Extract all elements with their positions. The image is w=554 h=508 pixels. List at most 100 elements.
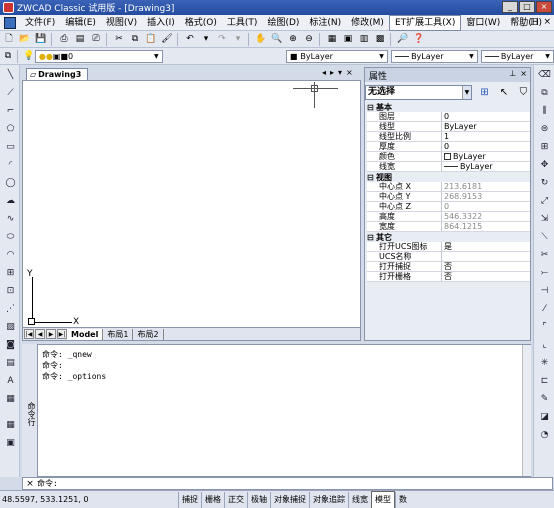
edit-icon[interactable]: ✎	[538, 393, 551, 405]
print-preview-icon[interactable]: ▤	[73, 33, 87, 46]
property-value[interactable]: 1	[442, 132, 530, 142]
menu-item[interactable]: 绘图(D)	[262, 16, 304, 30]
menu-item[interactable]: 窗口(W)	[461, 16, 505, 30]
doc-close-button[interactable]: ×	[543, 17, 551, 27]
close-button[interactable]: ×	[536, 1, 552, 13]
status-toggle-button[interactable]: 捕捉	[178, 491, 201, 508]
offset-icon[interactable]: ⊜	[538, 123, 551, 135]
property-value[interactable]: ByLayer	[442, 122, 530, 132]
property-row[interactable]: 打开捕捉否	[367, 262, 530, 272]
layout-tab[interactable]: 布局2	[133, 328, 164, 340]
status-toggle-button[interactable]: 栅格	[201, 491, 224, 508]
make-block-icon[interactable]: ⊡	[4, 285, 17, 297]
break-icon[interactable]: ⊣	[538, 285, 551, 297]
copy-icon[interactable]: ⧉	[128, 33, 142, 46]
maximize-button[interactable]: □	[519, 1, 535, 13]
layer-tools-icon[interactable]: ◪	[538, 411, 551, 423]
drawing-canvas[interactable]: Y X	[22, 80, 361, 328]
mtext-icon[interactable]: A	[4, 375, 17, 387]
tool-palette-icon[interactable]: ▥	[357, 33, 371, 46]
menu-item[interactable]: 格式(O)	[180, 16, 222, 30]
undo-dropdown-icon[interactable]: ▾	[199, 33, 213, 46]
document-icon[interactable]	[4, 16, 16, 29]
menu-item[interactable]: 标注(N)	[304, 16, 346, 30]
chevron-down-icon[interactable]: ▼	[543, 52, 552, 61]
match-icon[interactable]: ◔	[538, 429, 551, 441]
property-value[interactable]: ByLayer	[442, 152, 530, 162]
design-center-icon[interactable]: ▣	[341, 33, 355, 46]
publish-icon[interactable]: ⎚	[89, 33, 103, 46]
command-input-row[interactable]: × 命令:	[22, 477, 553, 490]
menu-item[interactable]: 工具(T)	[222, 16, 263, 30]
last-tab-button[interactable]: ▶|	[57, 329, 67, 339]
erase-icon[interactable]: ⌫	[538, 69, 551, 81]
property-row[interactable]: 颜色 ByLayer	[367, 152, 530, 162]
cut-icon[interactable]: ✂	[112, 33, 126, 46]
property-value[interactable]: 否	[442, 272, 530, 282]
chevron-down-icon[interactable]: ▾	[338, 68, 342, 77]
doc-restore-button[interactable]: □	[530, 17, 539, 27]
new-file-icon[interactable]: 🗋	[2, 33, 16, 46]
chevron-down-icon[interactable]: ▼	[377, 52, 386, 61]
print-icon[interactable]: ⎙	[57, 33, 71, 46]
document-tab[interactable]: ▱ Drawing3	[26, 68, 88, 80]
help-icon[interactable]: ❓	[412, 33, 426, 46]
rotate-icon[interactable]: ↻	[538, 177, 551, 189]
property-value[interactable]: 0	[442, 142, 530, 152]
selection-select[interactable]: 无选择 ▼	[365, 84, 472, 100]
pin-icon[interactable]: ⊥	[509, 69, 516, 78]
close-icon[interactable]: ×	[23, 479, 37, 489]
chevron-down-icon[interactable]: ▼	[461, 85, 471, 99]
prev-tab-button[interactable]: ◀	[35, 329, 45, 339]
chevron-down-icon[interactable]: ▼	[467, 52, 476, 61]
status-toggle-button[interactable]: 对象追踪	[309, 491, 348, 508]
array-icon[interactable]: ⊞	[538, 141, 551, 153]
insert-block-icon[interactable]: ⊞	[4, 267, 17, 279]
grid-icon[interactable]: ▦	[4, 419, 17, 431]
redo-icon[interactable]: ↷	[215, 33, 229, 46]
fillet-icon[interactable]: ⌞	[538, 339, 551, 351]
property-row[interactable]: 打开UCS图标是	[367, 242, 530, 252]
trim-icon[interactable]: ✂	[538, 249, 551, 261]
close-icon[interactable]: ×	[520, 69, 527, 78]
scale-icon[interactable]: ⤢	[538, 195, 551, 207]
zoom-window-icon[interactable]: ⊕	[286, 33, 300, 46]
property-row[interactable]: 厚度 0	[367, 142, 530, 152]
match-properties-icon[interactable]: 🖌	[160, 33, 174, 46]
property-value[interactable]: 0	[442, 202, 530, 212]
circle-icon[interactable]: ◯	[4, 177, 17, 189]
color-combo[interactable]: ■ ByLayer ▼	[285, 49, 389, 63]
property-value[interactable]: 是	[442, 242, 530, 252]
copy-object-icon[interactable]: ⧉	[538, 87, 551, 99]
next-tab-button[interactable]: ▶	[46, 329, 56, 339]
line-icon[interactable]: ╲	[4, 69, 17, 81]
zoom-previous-icon[interactable]: ⊖	[302, 33, 316, 46]
status-toggle-button[interactable]: 正交	[224, 491, 247, 508]
property-row[interactable]: 宽度 864.1215	[367, 222, 530, 232]
property-row[interactable]: 图层 0	[367, 112, 530, 122]
open-folder-icon[interactable]: 📂	[18, 33, 32, 46]
property-row[interactable]: 高度 546.3322	[367, 212, 530, 222]
polygon-icon[interactable]: ⬠	[4, 123, 17, 135]
collapse-icon[interactable]: ⊟	[367, 233, 376, 242]
minimize-button[interactable]: _	[502, 1, 518, 13]
collapse-icon[interactable]: ⊟	[367, 103, 376, 112]
xline-icon[interactable]: ⟋	[4, 87, 17, 99]
menu-item[interactable]: 编辑(E)	[60, 16, 101, 30]
property-category[interactable]: ⊟ 基本	[367, 102, 530, 112]
select-objects-icon[interactable]: ↖	[497, 85, 510, 99]
mirror-icon[interactable]: ⫼	[538, 105, 551, 117]
property-value[interactable]: 否	[442, 262, 530, 272]
property-row[interactable]: 线型 ByLayer	[367, 122, 530, 132]
lineweight-combo[interactable]: ByLayer ▼	[480, 49, 554, 63]
calculator-icon[interactable]: ▩	[373, 33, 387, 46]
menu-item[interactable]: 插入(I)	[142, 16, 180, 30]
status-toggle-button[interactable]: 数	[395, 491, 410, 508]
property-value[interactable]: 213.6181	[442, 182, 530, 192]
status-toggle-button[interactable]: 线宽	[348, 491, 371, 508]
move-icon[interactable]: ✥	[538, 159, 551, 171]
polyline-icon[interactable]: ⌐	[4, 105, 17, 117]
menu-item[interactable]: 文件(F)	[20, 16, 60, 30]
region-icon[interactable]: ◙	[4, 339, 17, 351]
property-value[interactable]: 268.9153	[442, 192, 530, 202]
